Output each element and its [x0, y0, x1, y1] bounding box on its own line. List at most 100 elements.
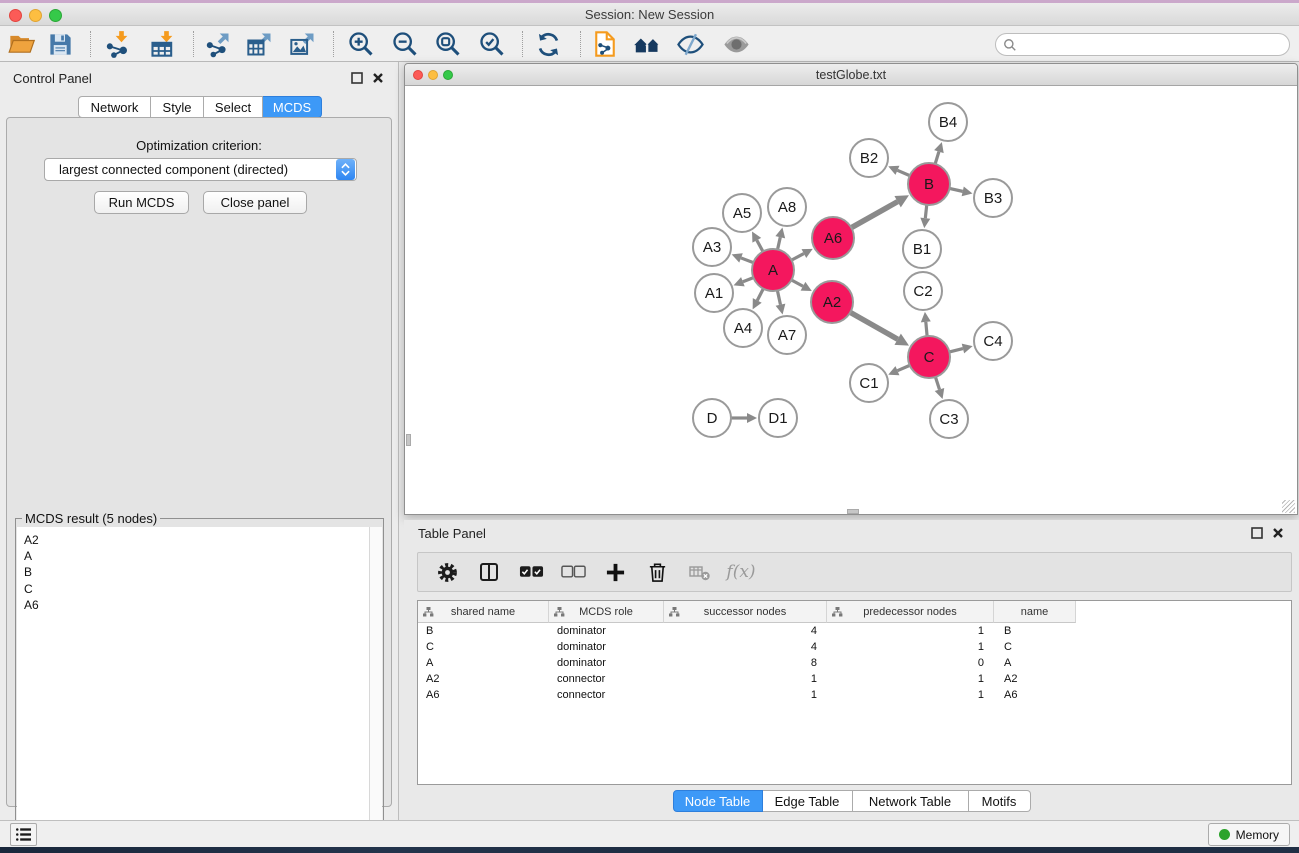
select-all-rows-button[interactable]: [518, 560, 544, 584]
graph-edge[interactable]: [897, 170, 909, 175]
cell-successor-nodes[interactable]: 1: [664, 687, 827, 703]
cell-name[interactable]: A6: [994, 687, 1076, 703]
criterion-dropdown[interactable]: largest connected component (directed): [44, 158, 357, 181]
column-header[interactable]: shared name: [418, 601, 549, 623]
cell-name[interactable]: B: [994, 623, 1076, 639]
graph-edge[interactable]: [850, 312, 897, 339]
table-row[interactable]: C dominator 4 1 C: [418, 639, 1291, 655]
export-table-button[interactable]: [245, 29, 275, 59]
tab-network-table[interactable]: Network Table: [853, 790, 969, 812]
graph-edge[interactable]: [757, 289, 763, 301]
network-window-titlebar[interactable]: testGlobe.txt: [405, 64, 1297, 86]
graph-edge[interactable]: [950, 188, 963, 191]
cell-mcds-role[interactable]: dominator: [549, 623, 664, 639]
float-panel-icon[interactable]: [1251, 527, 1263, 539]
cell-successor-nodes[interactable]: 4: [664, 623, 827, 639]
cell-successor-nodes[interactable]: 4: [664, 639, 827, 655]
cell-name[interactable]: A2: [994, 671, 1076, 687]
graph-edge[interactable]: [741, 258, 753, 263]
deselect-all-rows-button[interactable]: [560, 560, 586, 584]
table-row[interactable]: A dominator 8 0 A: [418, 655, 1291, 671]
delete-column-button[interactable]: [644, 560, 670, 584]
close-panel-icon[interactable]: [1272, 527, 1284, 539]
zoom-fit-button[interactable]: [433, 29, 463, 59]
table-row[interactable]: B dominator 4 1 B: [418, 623, 1291, 639]
ndex-homes-button[interactable]: [632, 29, 662, 59]
cell-shared-name[interactable]: A2: [418, 671, 549, 687]
list-item[interactable]: A2: [24, 532, 382, 548]
cell-shared-name[interactable]: A6: [418, 687, 549, 703]
add-column-button[interactable]: [602, 560, 628, 584]
graph-edge[interactable]: [792, 254, 804, 261]
zoom-in-button[interactable]: [346, 29, 376, 59]
save-session-button[interactable]: [45, 29, 75, 59]
graph-edge[interactable]: [743, 278, 754, 282]
cell-successor-nodes[interactable]: 1: [664, 671, 827, 687]
cell-mcds-role[interactable]: connector: [549, 671, 664, 687]
graph-edge[interactable]: [926, 322, 927, 336]
cell-predecessor-nodes[interactable]: 1: [827, 639, 994, 655]
float-panel-icon[interactable]: [351, 72, 363, 84]
graph-edge[interactable]: [778, 237, 781, 249]
network-from-file-button[interactable]: [590, 29, 620, 59]
hide-graphics-button[interactable]: [675, 29, 705, 59]
list-item[interactable]: A: [24, 548, 382, 564]
import-network-button[interactable]: [103, 29, 133, 59]
graph-edge[interactable]: [791, 280, 803, 286]
graph-edge[interactable]: [777, 291, 780, 305]
delete-table-button[interactable]: [686, 560, 712, 584]
vertical-scrollbar-thumb[interactable]: [406, 434, 411, 446]
show-graphics-button[interactable]: [721, 29, 751, 59]
tab-node-table[interactable]: Node Table: [673, 790, 763, 812]
graph-edge[interactable]: [851, 202, 897, 228]
run-mcds-button[interactable]: Run MCDS: [94, 191, 189, 214]
cell-shared-name[interactable]: B: [418, 623, 549, 639]
list-scrollbar[interactable]: [369, 527, 382, 846]
list-item[interactable]: C: [24, 581, 382, 597]
open-session-button[interactable]: [7, 29, 37, 59]
cell-mcds-role[interactable]: connector: [549, 687, 664, 703]
tab-edge-table[interactable]: Edge Table: [763, 790, 853, 812]
table-settings-button[interactable]: [434, 560, 460, 584]
cell-name[interactable]: C: [994, 639, 1076, 655]
memory-button[interactable]: Memory: [1208, 823, 1290, 846]
import-table-button[interactable]: [148, 29, 178, 59]
cell-name[interactable]: A: [994, 655, 1076, 671]
cell-predecessor-nodes[interactable]: 1: [827, 623, 994, 639]
graph-edge[interactable]: [949, 349, 963, 352]
horizontal-scrollbar-thumb[interactable]: [847, 509, 859, 514]
export-network-button[interactable]: [203, 29, 233, 59]
table-row[interactable]: A6 connector 1 1 A6: [418, 687, 1291, 703]
graph-edge[interactable]: [935, 377, 939, 390]
show-columns-button[interactable]: [476, 560, 502, 584]
mcds-result-list[interactable]: A2 A B C A6: [17, 527, 382, 846]
graph-edge[interactable]: [935, 152, 939, 164]
cell-shared-name[interactable]: C: [418, 639, 549, 655]
cell-predecessor-nodes[interactable]: 0: [827, 655, 994, 671]
cell-mcds-role[interactable]: dominator: [549, 655, 664, 671]
column-header[interactable]: successor nodes: [664, 601, 827, 623]
list-item[interactable]: B: [24, 564, 382, 580]
close-panel-icon[interactable]: [372, 72, 384, 84]
tab-mcds[interactable]: MCDS: [263, 96, 322, 118]
tab-network[interactable]: Network: [78, 96, 151, 118]
export-image-button[interactable]: [288, 29, 318, 59]
graph-edge[interactable]: [925, 205, 926, 218]
close-panel-button[interactable]: Close panel: [203, 191, 307, 214]
cell-predecessor-nodes[interactable]: 1: [827, 687, 994, 703]
search-input[interactable]: [1021, 38, 1289, 52]
cell-mcds-role[interactable]: dominator: [549, 639, 664, 655]
cell-predecessor-nodes[interactable]: 1: [827, 671, 994, 687]
task-history-button[interactable]: [10, 823, 37, 846]
column-header[interactable]: name: [994, 601, 1076, 623]
cell-successor-nodes[interactable]: 8: [664, 655, 827, 671]
tab-style[interactable]: Style: [151, 96, 204, 118]
refresh-layout-button[interactable]: [533, 29, 563, 59]
table-row[interactable]: A2 connector 1 1 A2: [418, 671, 1291, 687]
cell-shared-name[interactable]: A: [418, 655, 549, 671]
zoom-out-button[interactable]: [390, 29, 420, 59]
graph-edge[interactable]: [897, 365, 909, 370]
tab-select[interactable]: Select: [204, 96, 263, 118]
resize-grip[interactable]: [1282, 500, 1295, 513]
function-builder-button[interactable]: f(x): [728, 560, 754, 584]
